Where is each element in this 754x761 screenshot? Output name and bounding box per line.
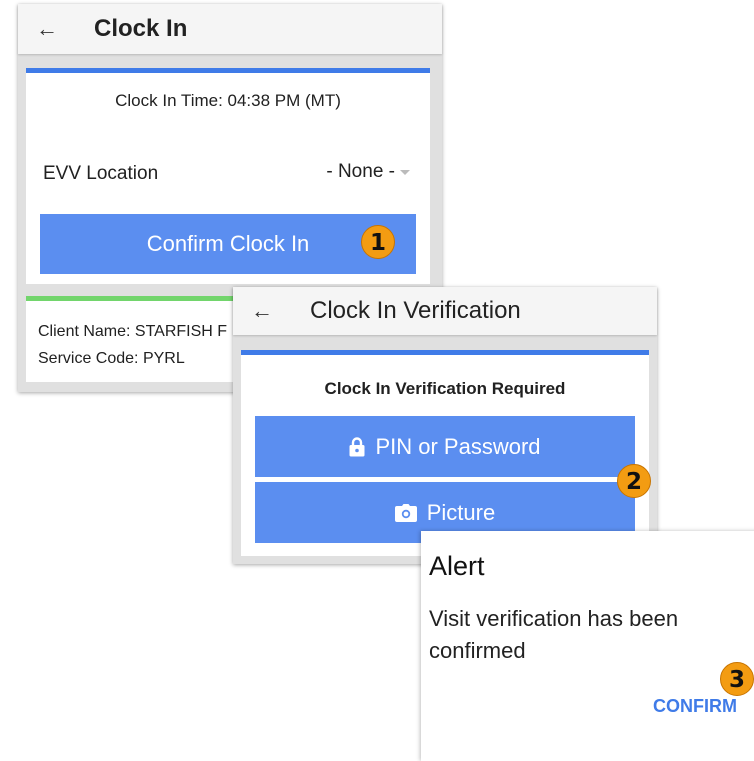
page-title: Clock In Verification xyxy=(310,297,521,324)
alert-dialog: Alert Visit verification has been confir… xyxy=(421,531,754,761)
pin-or-password-button[interactable]: PIN or Password xyxy=(255,416,635,477)
evv-location-label: EVV Location xyxy=(43,163,159,184)
evv-location-value: - None - xyxy=(326,161,395,182)
service-code: Service Code: PYRL xyxy=(38,350,185,367)
page-title: Clock In xyxy=(94,15,188,42)
picture-label: Picture xyxy=(426,499,496,525)
confirm-clock-in-label: Confirm Clock In xyxy=(146,231,310,256)
step-1-badge: 1 xyxy=(361,225,395,259)
arrow-left-icon[interactable]: ← xyxy=(251,300,273,322)
evv-location-select[interactable]: - None - xyxy=(326,161,410,183)
arrow-left-icon[interactable]: ← xyxy=(36,18,58,40)
lock-icon xyxy=(349,436,365,456)
client-name: Client Name: STARFISH F xyxy=(38,323,228,340)
alert-message: Visit verification has been confirmed xyxy=(429,606,679,663)
app-bar: ← Clock In Verification xyxy=(233,287,657,335)
step-3-badge: 3 xyxy=(720,662,754,696)
pin-or-password-label: PIN or Password xyxy=(375,433,541,459)
alert-title: Alert xyxy=(429,551,485,581)
confirm-clock-in-button[interactable]: Confirm Clock In xyxy=(40,214,416,274)
verification-card: Clock In Verification Required PIN or Pa… xyxy=(241,350,649,556)
clock-in-verification-screen: ← Clock In Verification Clock In Verific… xyxy=(233,287,657,564)
confirm-button[interactable]: CONFIRM xyxy=(653,696,737,717)
app-bar: ← Clock In xyxy=(18,4,442,54)
verification-required-title: Clock In Verification Required xyxy=(324,379,566,398)
step-2-badge: 2 xyxy=(617,464,651,498)
camera-icon xyxy=(394,503,417,522)
chevron-down-icon xyxy=(400,169,410,175)
clock-in-time: Clock In Time: 04:38 PM (MT) xyxy=(115,91,341,110)
